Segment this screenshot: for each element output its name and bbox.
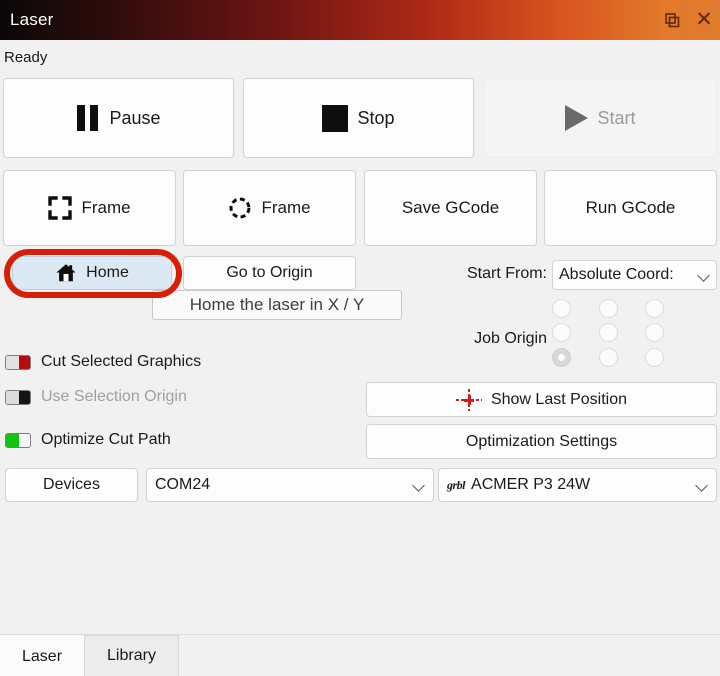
start-button-label: Start [597, 107, 636, 128]
start-from-label: Start From: [466, 265, 547, 282]
status-line: Ready [0, 40, 720, 74]
job-origin-middle-center[interactable] [598, 323, 618, 343]
job-origin-top-left[interactable] [552, 298, 571, 318]
home-button[interactable]: Home [12, 256, 172, 290]
pause-button-label: Pause [109, 107, 161, 128]
chevron-down-icon [413, 479, 425, 491]
start-from-select[interactable]: Absolute Coord: [552, 260, 717, 290]
status-text: Ready [4, 48, 48, 66]
show-last-position-button[interactable]: Show Last Position [366, 382, 717, 417]
job-origin-bottom-center[interactable] [598, 348, 618, 368]
use-selection-origin-label: Use Selection Origin [41, 388, 187, 405]
grbl-logo-icon: grbl [447, 477, 466, 492]
stop-icon [322, 104, 349, 132]
frame-rectangle-button[interactable]: Frame [3, 170, 176, 246]
tab-library-label: Library [107, 647, 156, 664]
bottom-tab-strip: Laser Library [0, 634, 720, 676]
go-to-origin-label: Go to Origin [226, 264, 313, 281]
tooltip-text: Home the laser in X / Y [189, 295, 365, 314]
job-origin-label: Job Origin [474, 330, 547, 347]
pause-button[interactable]: Pause [3, 78, 234, 158]
run-gcode-label: Run GCode [585, 198, 676, 217]
frame-dashed-circle-icon [228, 196, 252, 220]
stop-button[interactable]: Stop [243, 78, 474, 158]
use-selection-origin-toggle[interactable] [5, 389, 31, 405]
frame-brackets-icon [48, 196, 73, 220]
job-origin-bottom-left[interactable] [552, 348, 571, 368]
device-select[interactable]: grbl ACMER P3 24W [438, 468, 717, 502]
frame-circle-label: Frame [261, 198, 311, 217]
run-gcode-button[interactable]: Run GCode [544, 170, 717, 246]
cut-selected-graphics-toggle[interactable] [5, 354, 31, 370]
title-bar: Laser ✕ [0, 0, 720, 40]
stop-button-label: Stop [357, 107, 395, 128]
start-from-value: Absolute Coord: [559, 266, 674, 283]
optimize-cut-path-label: Optimize Cut Path [41, 431, 171, 448]
optimization-settings-button[interactable]: Optimization Settings [366, 424, 717, 459]
frame-rectangle-label: Frame [81, 198, 131, 217]
tooltip: Home the laser in X / Y [152, 290, 402, 320]
job-origin-top-right[interactable] [645, 298, 665, 318]
laser-panel-window: Laser ✕ Ready Pause Stop Start Frame Fra… [0, 0, 720, 676]
show-last-position-label: Show Last Position [490, 390, 628, 408]
devices-button[interactable]: Devices [5, 468, 138, 502]
cut-selected-graphics-label: Cut Selected Graphics [41, 353, 202, 370]
tab-library[interactable]: Library [84, 635, 179, 676]
chevron-down-icon [696, 479, 708, 491]
frame-circle-button[interactable]: Frame [183, 170, 356, 246]
close-icon[interactable]: ✕ [688, 0, 720, 40]
job-origin-bottom-right[interactable] [645, 348, 665, 368]
serial-port-select[interactable]: COM24 [146, 468, 434, 502]
use-selection-origin-row[interactable]: Use Selection Origin [5, 388, 187, 406]
chevron-down-icon [698, 269, 710, 281]
serial-port-value: COM24 [155, 476, 211, 493]
window-title: Laser [10, 10, 54, 29]
tab-laser[interactable]: Laser [0, 635, 85, 676]
pause-icon [76, 105, 100, 131]
float-window-icon[interactable] [656, 0, 688, 40]
devices-button-label: Devices [43, 476, 100, 493]
start-button[interactable]: Start [484, 78, 717, 158]
play-icon [565, 105, 589, 131]
job-origin-middle-left[interactable] [552, 323, 571, 343]
home-button-label: Home [86, 264, 129, 281]
job-origin-middle-right[interactable] [645, 323, 665, 343]
optimize-cut-path-row[interactable]: Optimize Cut Path [5, 431, 171, 449]
job-origin-grid[interactable] [552, 296, 692, 370]
save-gcode-label: Save GCode [401, 198, 500, 217]
tab-laser-label: Laser [22, 647, 63, 665]
home-icon [55, 262, 77, 284]
save-gcode-button[interactable]: Save GCode [364, 170, 537, 246]
go-to-origin-button[interactable]: Go to Origin [183, 256, 356, 290]
job-origin-top-center[interactable] [598, 298, 618, 318]
optimize-cut-path-toggle[interactable] [5, 432, 31, 448]
crosshair-icon [455, 388, 482, 411]
device-value: ACMER P3 24W [471, 476, 591, 493]
cut-selected-graphics-row[interactable]: Cut Selected Graphics [5, 353, 201, 371]
optimization-settings-label: Optimization Settings [465, 432, 618, 450]
